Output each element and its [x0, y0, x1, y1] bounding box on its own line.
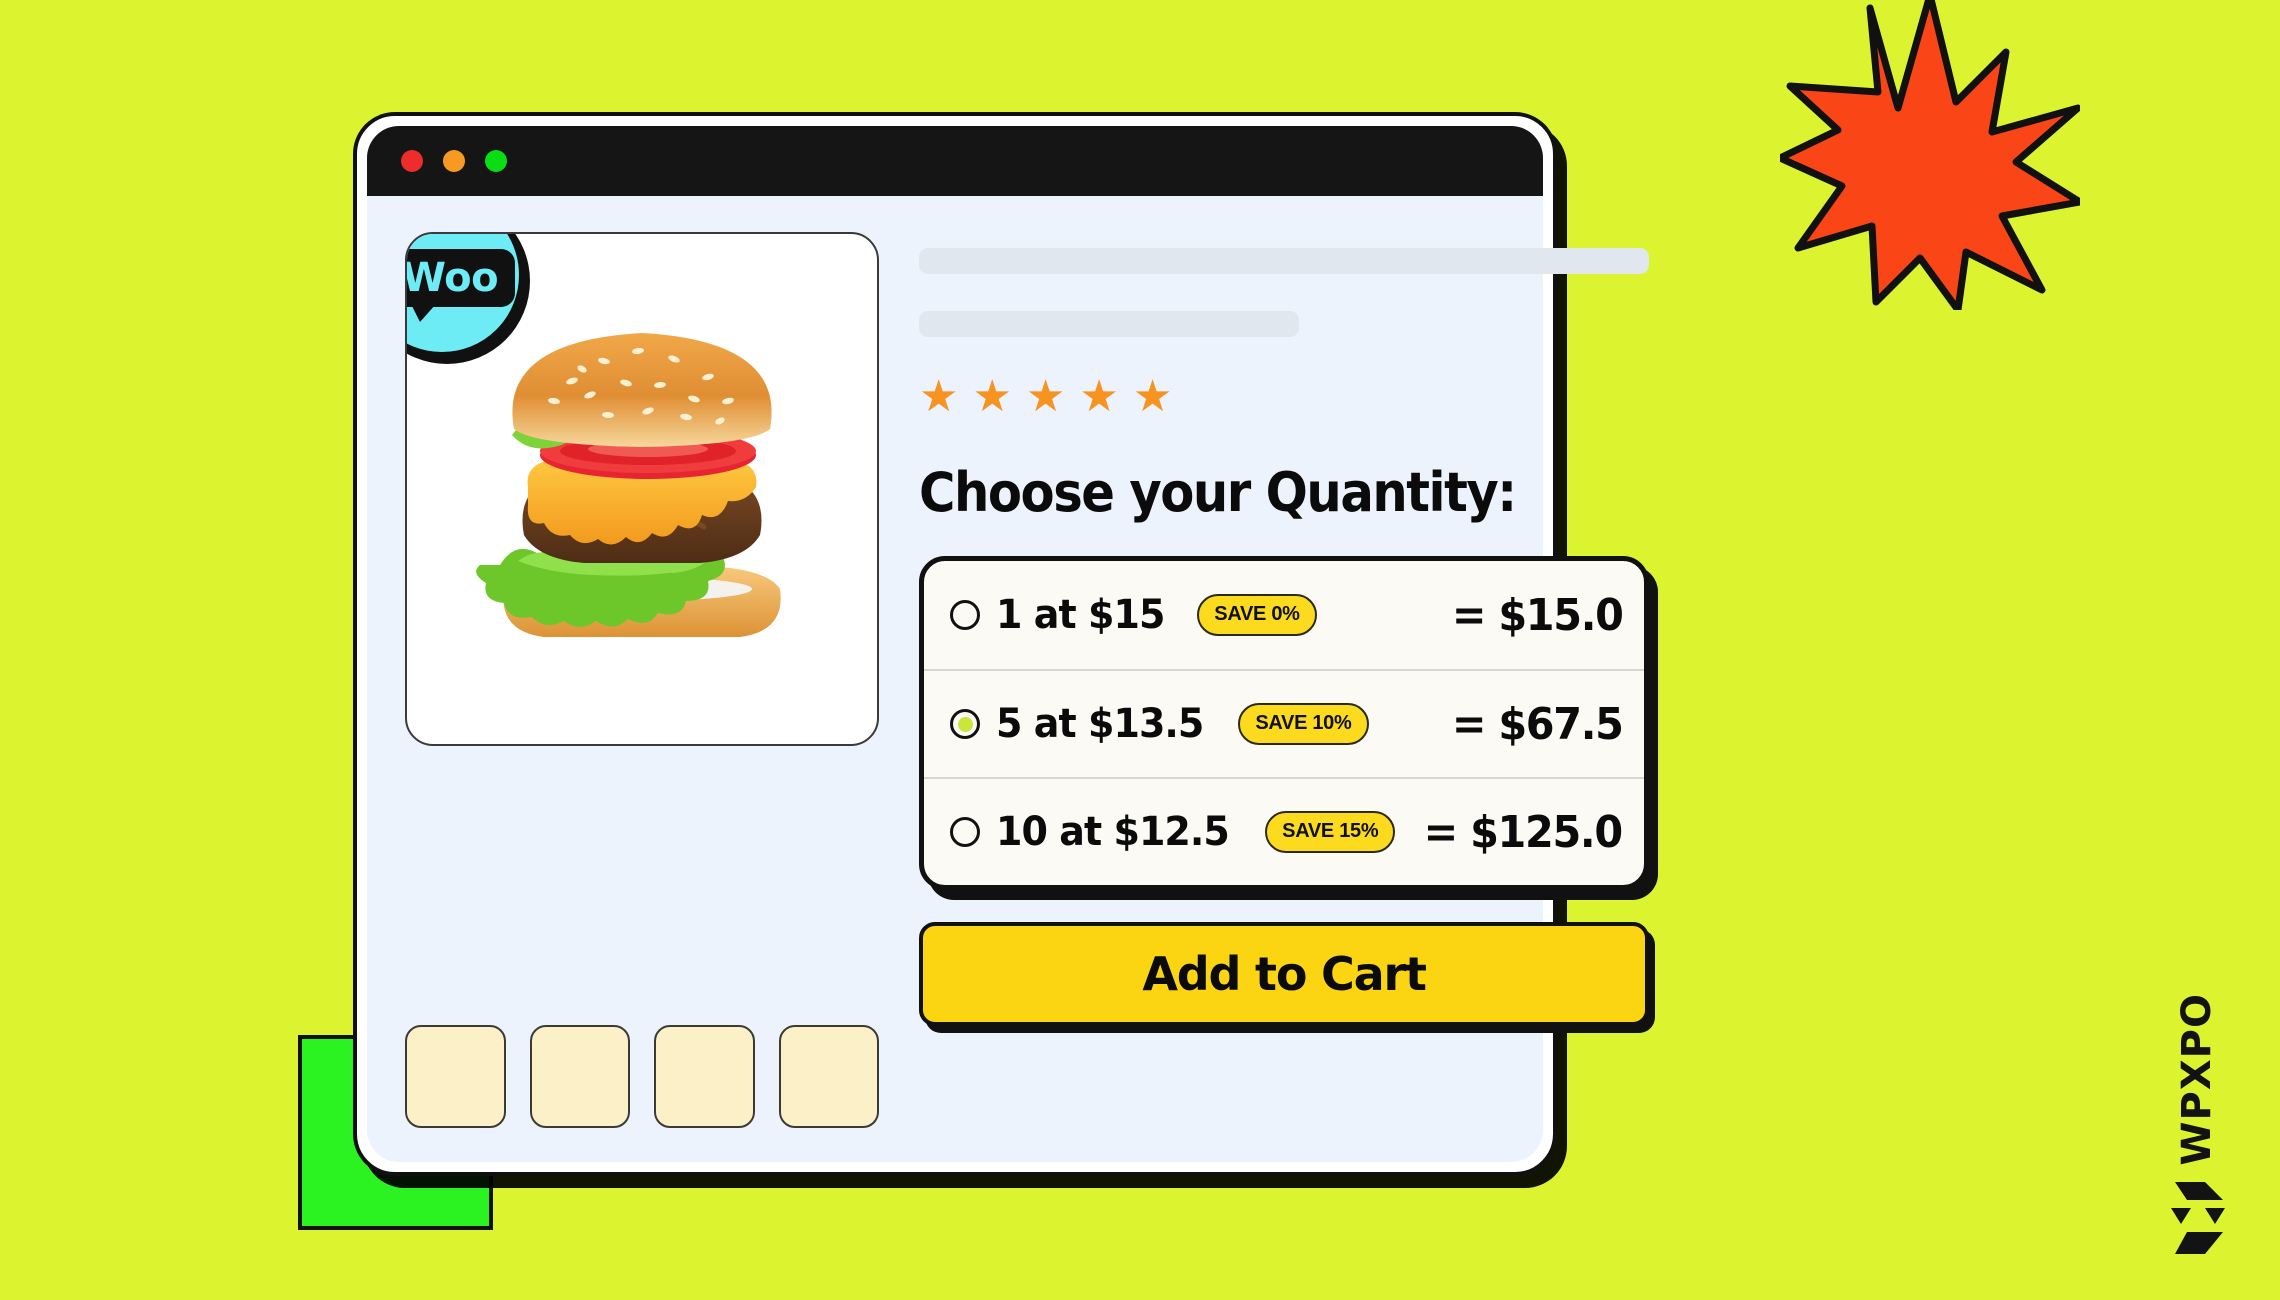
quantity-options-card: 1 at $15 SAVE 0% = $15.0 5 at $13.5 SAVE… — [919, 556, 1650, 890]
product-gallery: Woo — [405, 232, 879, 1128]
star-icon-4: ★ — [1079, 372, 1119, 421]
product-title-placeholder — [919, 248, 1650, 274]
close-button[interactable] — [401, 150, 423, 172]
wpxpo-watermark: WPXPO — [2142, 960, 2252, 1260]
quantity-option-label-1: 1 at $15 — [996, 592, 1165, 638]
product-details: ★ ★ ★ ★ ★ Choose your Quantity: 1 at $15… — [919, 232, 1650, 1128]
radio-button-1[interactable] — [950, 600, 980, 630]
speech-bubble-icon: Woo — [405, 249, 516, 322]
quantity-option-label-3: 10 at $12.5 — [996, 809, 1230, 855]
save-badge-3: SAVE 15% — [1265, 811, 1396, 853]
product-subtitle-placeholder — [919, 311, 1299, 337]
quantity-option-row-3[interactable]: 10 at $12.5 SAVE 15% = $125.0 — [924, 777, 1645, 885]
star-icon-3: ★ — [1025, 372, 1066, 421]
thumbnail-2[interactable] — [529, 1025, 630, 1128]
starburst-decoration — [1780, 0, 2080, 310]
star-icon-2: ★ — [972, 372, 1012, 421]
browser-window: Woo ★ ★ ★ ★ ★ Choose your Quantity: 1 at… — [353, 112, 1650, 1176]
radio-button-2[interactable] — [950, 709, 980, 739]
thumbnail-4[interactable] — [778, 1025, 879, 1128]
quantity-option-total-3: = $125.0 — [1423, 806, 1623, 858]
woo-badge-label: Woo — [405, 255, 499, 301]
maximize-button[interactable] — [485, 150, 507, 172]
wpxpo-mark-icon — [2171, 1182, 2225, 1254]
add-to-cart-button[interactable]: Add to Cart — [919, 922, 1650, 1026]
quantity-heading: Choose your Quantity: — [919, 461, 1517, 524]
browser-titlebar — [367, 126, 1543, 196]
save-badge-1: SAVE 0% — [1197, 594, 1317, 636]
minimize-button[interactable] — [443, 150, 465, 172]
wpxpo-wordmark: WPXPO — [2174, 993, 2220, 1166]
quantity-option-total-1: = $15.0 — [1451, 589, 1623, 641]
quantity-option-row-2[interactable]: 5 at $13.5 SAVE 10% = $67.5 — [924, 669, 1645, 777]
quantity-option-label-2: 5 at $13.5 — [996, 701, 1204, 747]
thumbnail-strip — [405, 999, 879, 1128]
browser-content: Woo ★ ★ ★ ★ ★ Choose your Quantity: 1 at… — [367, 196, 1650, 1162]
star-icon-5: ★ — [1132, 372, 1173, 421]
rating-stars[interactable]: ★ ★ ★ ★ ★ — [919, 375, 1649, 419]
star-icon-1: ★ — [919, 372, 959, 421]
thumbnail-1[interactable] — [405, 1025, 506, 1128]
burger-image — [476, 333, 781, 637]
quantity-option-total-2: = $67.5 — [1451, 698, 1623, 750]
product-image[interactable]: Woo — [405, 232, 879, 746]
save-badge-2: SAVE 10% — [1238, 703, 1369, 745]
thumbnail-3[interactable] — [654, 1025, 755, 1128]
radio-button-3[interactable] — [950, 817, 980, 847]
quantity-option-row-1[interactable]: 1 at $15 SAVE 0% = $15.0 — [924, 561, 1644, 669]
